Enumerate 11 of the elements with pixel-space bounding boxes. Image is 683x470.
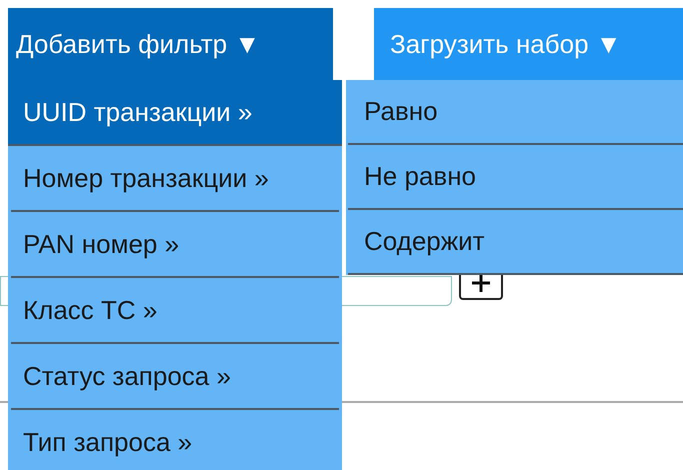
menu-item[interactable]: Номер транзакции » [11,146,339,212]
menu-item[interactable]: UUID транзакции » [8,80,342,146]
menu-item[interactable]: Не равно [348,145,683,210]
add-filter-button[interactable]: Добавить фильтр ▼ [8,8,333,80]
menu-item[interactable]: Равно [348,80,683,145]
plus-icon [470,272,492,294]
menu-item[interactable]: Тип запроса » [11,410,339,470]
menu-item[interactable]: Статус запроса » [11,344,339,410]
menu-item[interactable]: Содержит [348,210,683,275]
menu-item[interactable]: PAN номер » [11,212,339,278]
menu-item[interactable]: Класс ТС » [11,278,339,344]
